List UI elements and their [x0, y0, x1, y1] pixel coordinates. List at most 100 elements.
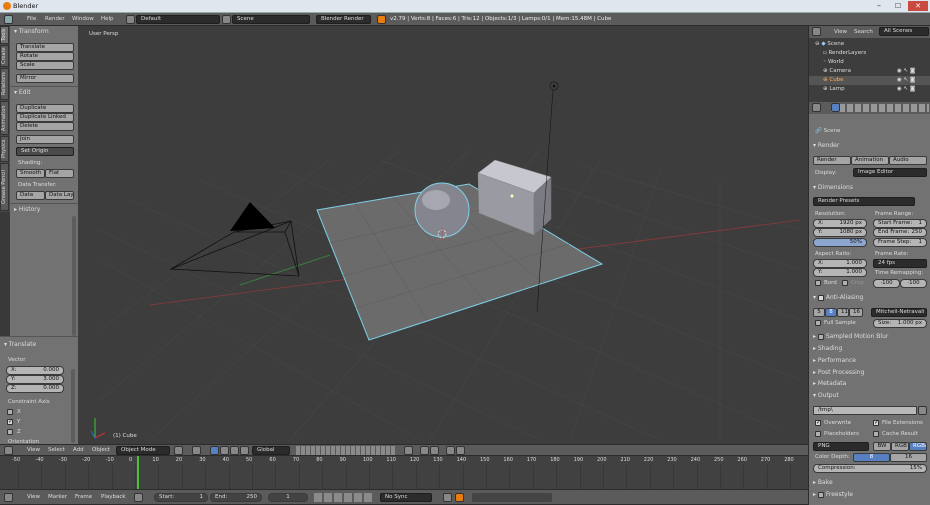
editor-type-icon[interactable]	[812, 27, 821, 36]
color-rgb-button[interactable]: RGB	[891, 442, 909, 451]
metadata-panel[interactable]: ▸ Metadata	[813, 380, 846, 387]
editor-type-icon[interactable]	[4, 446, 13, 455]
dimensions-panel-header[interactable]: ▾ Dimensions	[813, 184, 853, 191]
menu-search[interactable]: Search	[854, 29, 873, 35]
scene-icon[interactable]	[222, 15, 231, 24]
record-icon[interactable]	[455, 493, 464, 502]
color-depth-16-button[interactable]: 16	[890, 453, 927, 462]
remap-new-field[interactable]: ·100	[900, 279, 927, 288]
aa-samples-8[interactable]: 8	[825, 308, 837, 317]
outliner-item-world[interactable]: ◦ World	[823, 59, 844, 65]
shading-icon[interactable]	[174, 446, 183, 455]
duplicate-button[interactable]: Duplicate	[16, 104, 74, 113]
manipulator-icon[interactable]	[210, 446, 219, 455]
tab-relations[interactable]: Relations	[0, 68, 9, 100]
close-button[interactable]: ✕	[908, 1, 928, 11]
duplicate-linked-button[interactable]: Duplicate Linked	[16, 113, 74, 122]
timeline[interactable]: -50 -40 -30 -20 -10 0 10 20 30 40 50 60 70 80 90 100 110…	[0, 456, 808, 489]
aspect-x-field[interactable]: X: 1.000	[813, 259, 867, 268]
snap-icon[interactable]	[420, 446, 429, 455]
menu-add[interactable]: Add	[73, 447, 84, 453]
preview-range-icon[interactable]	[134, 493, 143, 502]
menu-render[interactable]: Render	[45, 16, 65, 22]
output-path-field[interactable]: /tmp\	[813, 406, 917, 415]
frame-step-field[interactable]: Frame Step: 1	[873, 238, 927, 247]
join-button[interactable]: Join	[16, 135, 74, 144]
start-frame-field[interactable]: Start Frame: 1	[873, 219, 927, 228]
full-sample-checkbox[interactable]	[815, 320, 821, 326]
operator-header[interactable]: ▾ Translate	[4, 341, 36, 348]
constraint-x-checkbox[interactable]	[7, 409, 13, 415]
property-context-tabs[interactable]	[831, 104, 929, 112]
bake-panel[interactable]: ▸ Bake	[813, 479, 833, 486]
aspect-y-field[interactable]: Y: 1.000	[813, 268, 867, 277]
render-preview-icon[interactable]	[446, 446, 455, 455]
menu-view[interactable]: View	[834, 29, 847, 35]
snap-element-icon[interactable]	[430, 446, 439, 455]
animation-button[interactable]: Animation	[851, 156, 889, 165]
outliner-item-lamp[interactable]: ⊕ Lamp	[823, 86, 845, 92]
aa-filter-select[interactable]: Mitchell-Netravali	[871, 308, 927, 317]
frame-rate-select[interactable]: 24 fps	[873, 259, 927, 268]
mode-select[interactable]: Object Mode	[116, 446, 170, 455]
tab-create[interactable]: Create	[0, 45, 9, 67]
display-mode-select[interactable]: All Scenes	[879, 27, 929, 36]
render-engine-select[interactable]: Blender Render	[316, 15, 371, 24]
camera-render-icon[interactable]	[456, 446, 465, 455]
aa-samples-11[interactable]: 11	[837, 308, 849, 317]
outliner-item-scene[interactable]: ⊖ ◆ Scene	[815, 41, 844, 47]
placeholders-checkbox[interactable]	[815, 431, 821, 437]
shelf-scrollbar[interactable]	[72, 216, 76, 336]
outliner-item-renderlayers[interactable]: ▫ RenderLayers	[823, 50, 866, 56]
translate-manipulator-icon[interactable]	[220, 446, 229, 455]
menu-help[interactable]: Help	[101, 16, 114, 22]
motion-blur-checkbox[interactable]	[817, 333, 824, 340]
border-checkbox[interactable]	[815, 280, 821, 286]
end-frame-field[interactable]: End Frame: 250	[873, 228, 927, 237]
mirror-button[interactable]: Mirror	[16, 74, 74, 83]
operator-scrollbar[interactable]	[71, 369, 75, 443]
remap-old-field[interactable]: ·100	[873, 279, 900, 288]
resolution-percentage-field[interactable]: 50%	[813, 238, 867, 247]
pivot-icon[interactable]	[192, 446, 201, 455]
sync-select[interactable]: No Sync	[380, 493, 432, 502]
edit-header[interactable]: ▾ Edit	[14, 89, 31, 96]
layer-buttons[interactable]	[296, 446, 396, 455]
smooth-button[interactable]: Smooth	[16, 169, 45, 178]
menu-view[interactable]: View	[27, 494, 40, 500]
visibility-icon[interactable]: ◉ ↖ ◙	[897, 77, 915, 83]
history-header[interactable]: ▸ History	[14, 206, 40, 213]
end-frame-field[interactable]: End: 250	[210, 493, 262, 502]
tab-physics[interactable]: Physics	[0, 136, 9, 162]
outliner-item-camera[interactable]: ⊕ Camera	[823, 68, 851, 74]
menu-playback[interactable]: Playback	[101, 494, 126, 500]
vector-y-field[interactable]: Y: 3.000	[6, 375, 64, 384]
3d-viewport[interactable]: User Persp (1) Cube	[78, 26, 808, 444]
editor-type-icon[interactable]	[4, 15, 13, 24]
tab-grease-pencil[interactable]: Grease Pencil	[0, 163, 9, 211]
keying-icon[interactable]	[443, 493, 452, 502]
vector-x-field[interactable]: X: 0.000	[6, 366, 64, 375]
cache-result-checkbox[interactable]	[873, 431, 879, 437]
render-presets-select[interactable]: Render Presets	[813, 197, 915, 206]
overwrite-checkbox[interactable]: ✓	[815, 419, 821, 426]
start-frame-field[interactable]: Start: 1	[154, 493, 208, 502]
editor-type-icon[interactable]	[812, 103, 821, 112]
scale-manipulator-icon[interactable]	[240, 446, 249, 455]
performance-panel[interactable]: ▸ Performance	[813, 357, 856, 364]
keying-set-field[interactable]	[472, 493, 552, 502]
delete-button[interactable]: Delete	[16, 122, 74, 131]
layout-select[interactable]: Default	[136, 15, 220, 24]
post-processing-panel[interactable]: ▸ Post Processing	[813, 369, 864, 376]
resolution-y-field[interactable]: Y: 1080 px	[813, 228, 867, 237]
current-frame-indicator[interactable]	[137, 456, 140, 489]
render-tab-icon[interactable]	[831, 103, 840, 112]
menu-window[interactable]: Window	[72, 16, 94, 22]
transform-header[interactable]: ▾ Transform	[14, 28, 49, 35]
menu-object[interactable]: Object	[92, 447, 110, 453]
filter-size-field[interactable]: Size: 1.000 px	[873, 319, 927, 328]
color-depth-8-button[interactable]: 8	[853, 453, 890, 462]
menu-file[interactable]: File	[27, 16, 36, 22]
set-origin-dropdown[interactable]: Set Origin	[16, 147, 74, 156]
color-bw-button[interactable]: BW	[873, 442, 891, 451]
